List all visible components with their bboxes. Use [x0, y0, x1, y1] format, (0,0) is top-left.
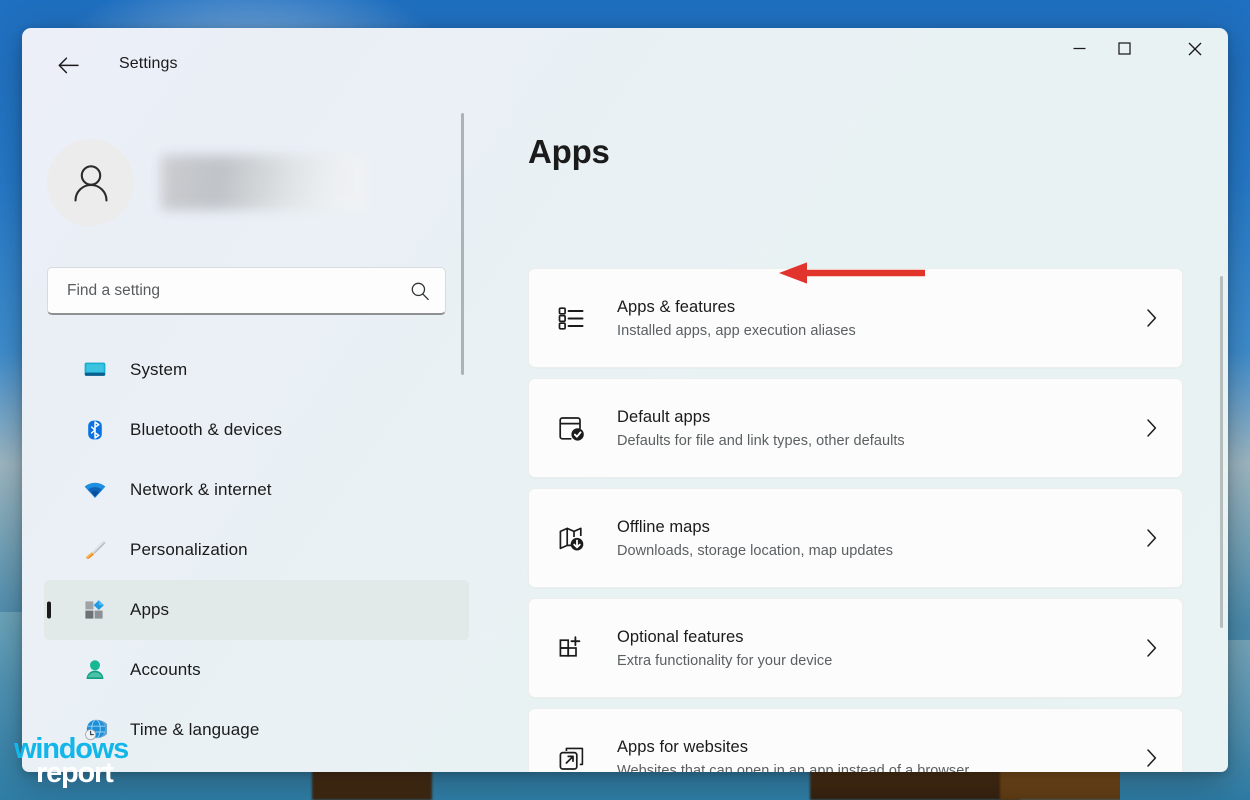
settings-window: Settings	[22, 28, 1228, 772]
minimize-icon	[1073, 42, 1086, 55]
account-icon	[82, 657, 108, 683]
card-text: Apps for websites Websites that can open…	[617, 738, 1140, 773]
selection-pill	[47, 602, 51, 619]
chevron-right-icon[interactable]	[1140, 748, 1162, 768]
sidebar-scrollbar[interactable]	[461, 113, 464, 375]
default-apps-icon	[555, 412, 587, 444]
bluetooth-icon	[82, 417, 108, 443]
grid-plus-icon	[555, 632, 587, 664]
account-name-redacted	[161, 155, 366, 210]
sidebar-item-bluetooth-devices[interactable]: Bluetooth & devices	[44, 400, 469, 460]
sidebar-item-label: Time & language	[130, 720, 259, 740]
card-apps-for-websites[interactable]: Apps for websites Websites that can open…	[528, 708, 1183, 772]
sidebar-item-label: Network & internet	[130, 480, 272, 500]
card-title: Apps for websites	[617, 738, 1140, 757]
search-box[interactable]	[47, 267, 446, 315]
account-block[interactable]	[47, 139, 366, 226]
maximize-icon	[1118, 42, 1131, 55]
desktop-background: Settings	[0, 0, 1250, 800]
chevron-right-icon[interactable]	[1140, 308, 1162, 328]
arrow-left-icon	[58, 57, 79, 74]
window-title: Settings	[119, 55, 178, 73]
title-bar: Settings	[22, 28, 1228, 96]
card-text: Optional features Extra functionality fo…	[617, 628, 1140, 669]
card-text: Default apps Defaults for file and link …	[617, 408, 1140, 449]
paintbrush-icon	[82, 537, 108, 563]
main-content: Apps	[492, 96, 1228, 772]
list-icon	[555, 302, 587, 334]
card-offline-maps[interactable]: Offline maps Downloads, storage location…	[528, 488, 1183, 588]
card-title: Optional features	[617, 628, 1140, 647]
map-download-icon	[555, 522, 587, 554]
sidebar-item-personalization[interactable]: Personalization	[44, 520, 469, 580]
card-title: Default apps	[617, 408, 1140, 427]
apps-icon	[82, 597, 108, 623]
chevron-right-icon[interactable]	[1140, 638, 1162, 658]
sidebar-item-label: Personalization	[130, 540, 248, 560]
settings-card-list: Apps & features Installed apps, app exec…	[528, 268, 1183, 772]
card-text: Apps & features Installed apps, app exec…	[617, 298, 1140, 339]
card-subtitle: Extra functionality for your device	[617, 653, 1140, 669]
sidebar-item-label: System	[130, 360, 187, 380]
card-title: Apps & features	[617, 298, 1140, 317]
chevron-right-icon[interactable]	[1140, 528, 1162, 548]
card-apps-features[interactable]: Apps & features Installed apps, app exec…	[528, 268, 1183, 368]
sidebar-item-label: Accounts	[130, 660, 201, 680]
close-icon	[1188, 42, 1202, 56]
sidebar-item-network-internet[interactable]: Network & internet	[44, 460, 469, 520]
external-window-icon	[555, 742, 587, 772]
window-body: System Bluetooth & devices	[22, 96, 1228, 772]
sidebar-item-apps[interactable]: Apps	[44, 580, 469, 640]
avatar	[47, 139, 134, 226]
minimize-button[interactable]	[1056, 28, 1102, 69]
sidebar-item-label: Apps	[130, 600, 169, 620]
sidebar-item-accounts[interactable]: Accounts	[44, 640, 469, 700]
sidebar-item-label: Bluetooth & devices	[130, 420, 282, 440]
card-subtitle: Installed apps, app execution aliases	[617, 323, 1140, 339]
chevron-right-icon[interactable]	[1140, 418, 1162, 438]
person-icon	[65, 157, 117, 209]
search-input[interactable]	[67, 282, 410, 300]
sidebar-item-system[interactable]: System	[44, 340, 469, 400]
close-button[interactable]	[1172, 28, 1218, 69]
card-text: Offline maps Downloads, storage location…	[617, 518, 1140, 559]
back-button[interactable]	[48, 48, 88, 82]
card-title: Offline maps	[617, 518, 1140, 537]
sidebar-nav: System Bluetooth & devices	[44, 340, 469, 760]
card-default-apps[interactable]: Default apps Defaults for file and link …	[528, 378, 1183, 478]
card-subtitle: Downloads, storage location, map updates	[617, 543, 1140, 559]
sidebar: System Bluetooth & devices	[22, 96, 492, 772]
wifi-icon	[82, 477, 108, 503]
card-subtitle: Websites that can open in an app instead…	[617, 763, 1140, 773]
page-title: Apps	[528, 133, 610, 171]
monitor-icon	[82, 357, 108, 383]
watermark: windows report	[14, 736, 128, 787]
card-optional-features[interactable]: Optional features Extra functionality fo…	[528, 598, 1183, 698]
search-icon[interactable]	[410, 281, 430, 301]
main-scrollbar[interactable]	[1220, 276, 1223, 628]
maximize-button[interactable]	[1101, 28, 1147, 69]
card-subtitle: Defaults for file and link types, other …	[617, 433, 1140, 449]
